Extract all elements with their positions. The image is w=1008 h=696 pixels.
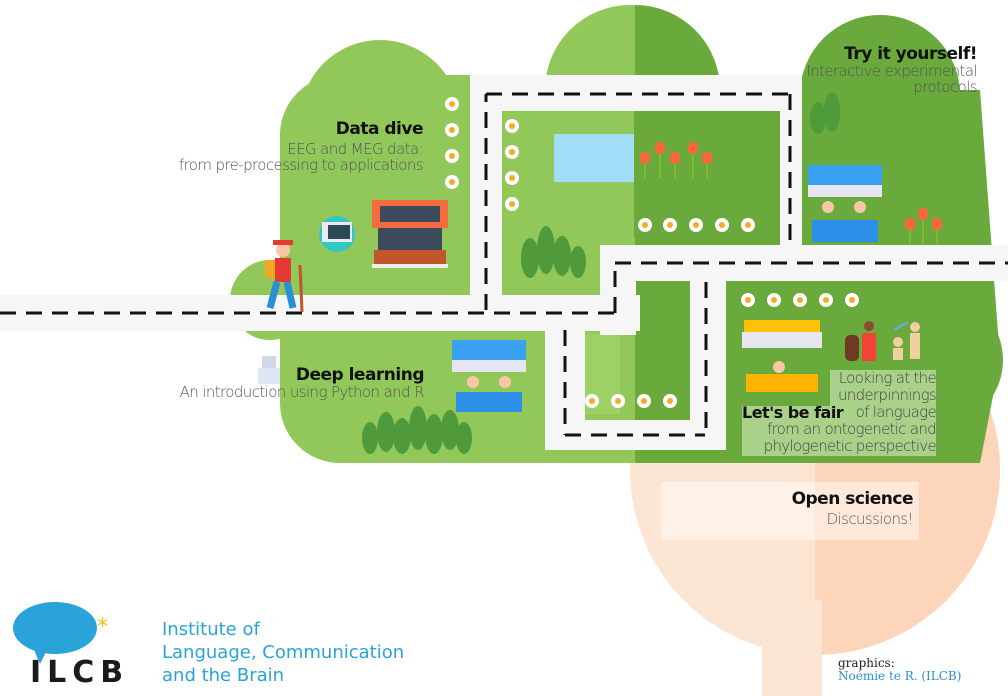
station-desc-line: Discussions! <box>826 509 914 528</box>
station-lets-be-fair[interactable]: Looking at the underpinnings Let's be fa… <box>742 369 937 456</box>
station-desc-line: protocols <box>913 77 977 96</box>
institute-name-line: and the Brain <box>162 665 285 686</box>
station-try-it-yourself[interactable]: Try it yourself! Interactive experimenta… <box>806 45 977 96</box>
pond <box>554 134 634 182</box>
institute-name-line: Language, Communication <box>162 642 405 663</box>
eeg-monitor-icon <box>319 216 355 252</box>
institute-name: Institute of Language, Communication and… <box>162 618 404 687</box>
graphics-credit: graphics: Noémie te R. (ILCB) <box>838 657 961 683</box>
station-desc-line: underpinnings <box>837 386 937 404</box>
ilcb-acronym: ILCB <box>30 655 130 690</box>
station-desc-line: from an ontogenetic and <box>766 420 937 438</box>
star-icon: * <box>97 615 108 640</box>
station-title: Let's be fair <box>742 403 844 422</box>
station-desc-line: from pre-processing to applications <box>178 155 424 174</box>
station-open-science[interactable]: Open science Discussions! <box>661 482 919 540</box>
station-desc-line: of language <box>855 403 937 421</box>
station-desc-line: phylogenetic perspective <box>763 437 937 455</box>
station-title: Open science <box>791 489 914 509</box>
station-data-dive[interactable]: Data dive EEG and MEG data: from pre-pro… <box>178 119 424 174</box>
station-desc-line: An introduction using Python and R <box>179 382 425 401</box>
stall-data-dive <box>372 200 448 268</box>
credit-author: Noémie te R. (ILCB) <box>838 669 962 683</box>
station-desc-line: Looking at the <box>838 369 937 387</box>
station-title: Data dive <box>335 119 424 139</box>
station-deep-learning[interactable]: Deep learning An introduction using Pyth… <box>179 366 425 401</box>
tree-map-illustration: * <box>0 5 1008 696</box>
institute-name-line: Institute of <box>162 619 260 640</box>
